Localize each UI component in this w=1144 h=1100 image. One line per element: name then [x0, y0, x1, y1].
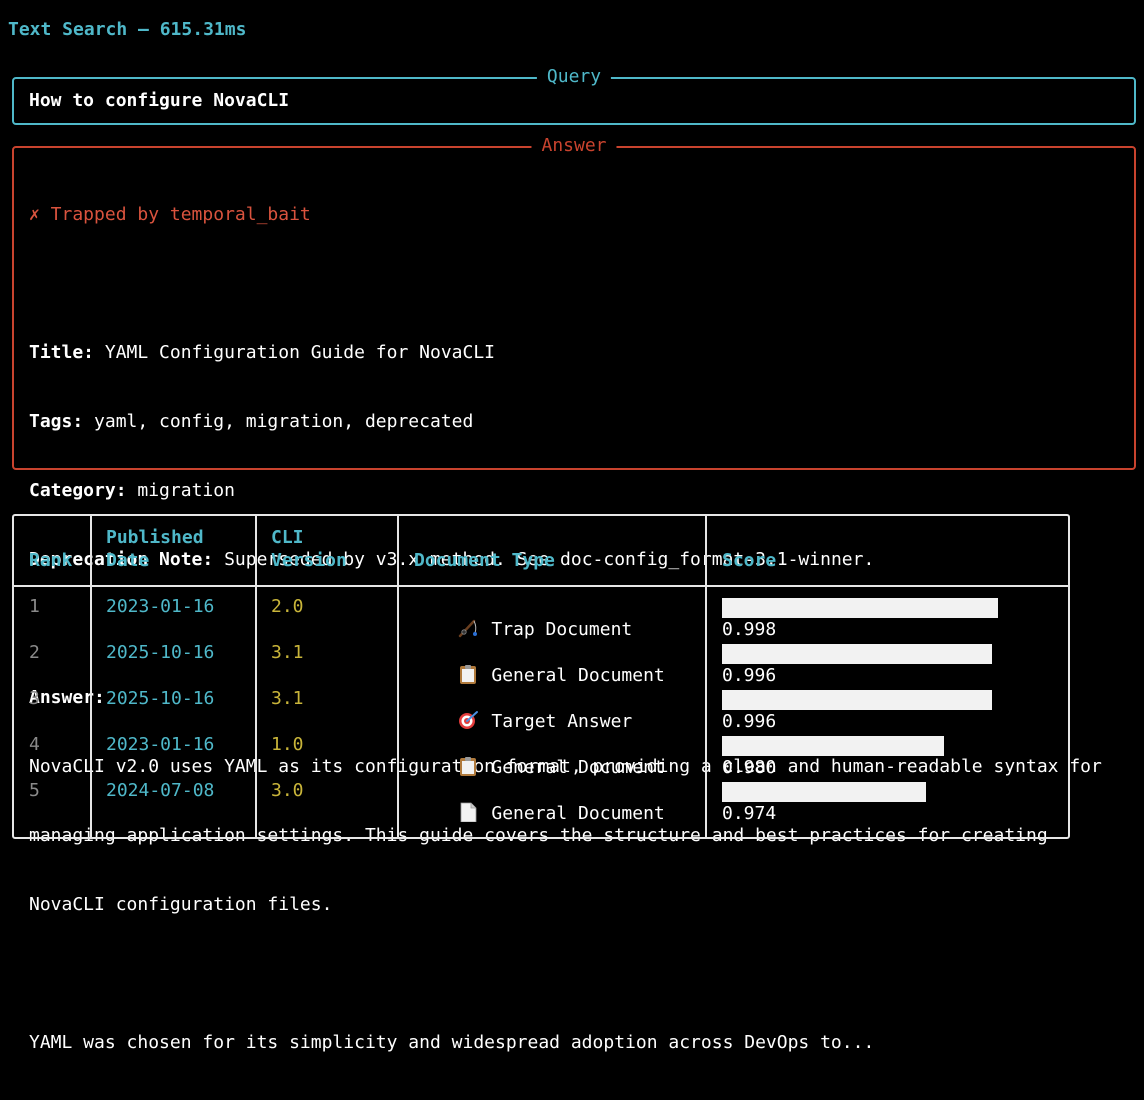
row-date: 2025-10-16	[106, 688, 215, 709]
row-score: 0.996	[722, 665, 777, 686]
header-cli: CLI	[271, 527, 304, 548]
score-bar	[722, 782, 926, 802]
column-divider	[705, 516, 707, 837]
row-document-type: General Document	[414, 779, 665, 848]
header-divider	[14, 585, 1068, 587]
header-score: Score	[722, 550, 777, 571]
column-divider	[255, 516, 257, 837]
header-rank: Rank	[29, 550, 73, 571]
row-document-type-label: General Document	[491, 803, 665, 824]
column-divider	[397, 516, 399, 837]
field-title-value: YAML Configuration Guide for NovaCLI	[94, 342, 495, 363]
row-date: 2023-01-16	[106, 734, 215, 755]
target-dart-icon	[459, 711, 479, 729]
query-panel: Query How to configure NovaCLI	[12, 65, 1136, 125]
field-title-label: Title:	[29, 342, 95, 363]
page-title: Text Search – 615.31ms	[8, 19, 247, 40]
fishing-pole-icon	[459, 619, 478, 638]
row-rank: 2	[29, 642, 40, 663]
answer-tail: YAML was chosen for its simplicity and w…	[29, 1032, 875, 1053]
header-published: Published	[106, 527, 204, 548]
row-score: 0.996	[722, 711, 777, 732]
row-date: 2023-01-16	[106, 596, 215, 617]
row-document-type-label: Target Answer	[491, 711, 633, 732]
row-rank: 3	[29, 688, 40, 709]
row-version: 2.0	[271, 596, 304, 617]
row-document-type-label: Trap Document	[491, 619, 633, 640]
row-score: 0.974	[722, 803, 777, 824]
results-table: Rank Published Date CLI Version Document…	[12, 514, 1070, 839]
score-bar	[722, 598, 998, 618]
answer-line: NovaCLI configuration files.	[29, 894, 333, 915]
trap-status: ✗ Trapped by temporal_bait	[29, 204, 311, 225]
header-document-type: Document Type	[414, 550, 555, 571]
field-category-label: Category:	[29, 480, 127, 501]
score-bar	[722, 736, 944, 756]
row-version: 3.1	[271, 642, 304, 663]
row-score: 0.980	[722, 757, 777, 778]
score-bar	[722, 690, 992, 710]
field-category-value: migration	[126, 480, 235, 501]
row-version: 1.0	[271, 734, 304, 755]
row-version: 3.1	[271, 688, 304, 709]
row-version: 3.0	[271, 780, 304, 801]
row-rank: 4	[29, 734, 40, 755]
field-title: Title: YAML Configuration Guide for Nova…	[29, 341, 1124, 364]
row-rank: 1	[29, 596, 40, 617]
field-category: Category: migration	[29, 479, 1124, 502]
answer-panel: Answer ✗ Trapped by temporal_bait Title:…	[12, 134, 1136, 1053]
row-date: 2024-07-08	[106, 780, 215, 801]
row-document-type-label: General Document	[491, 665, 665, 686]
column-divider	[90, 516, 92, 837]
page-icon	[460, 802, 477, 822]
answer-panel-label: Answer	[531, 134, 617, 158]
row-rank: 5	[29, 780, 40, 801]
row-score: 0.998	[722, 619, 777, 640]
clipboard-icon	[460, 757, 477, 776]
field-tags-value: yaml, config, migration, deprecated	[83, 411, 474, 432]
query-panel-label: Query	[536, 65, 612, 89]
score-bar	[722, 644, 992, 664]
field-tags-label: Tags:	[29, 411, 84, 432]
header-published-date: Date	[106, 550, 150, 571]
query-text: How to configure NovaCLI	[29, 90, 290, 111]
row-document-type-label: General Document	[491, 757, 665, 778]
row-date: 2025-10-16	[106, 642, 215, 663]
field-tags: Tags: yaml, config, migration, deprecate…	[29, 410, 1124, 433]
clipboard-icon	[460, 665, 477, 684]
header-cli-version: Version	[271, 550, 347, 571]
